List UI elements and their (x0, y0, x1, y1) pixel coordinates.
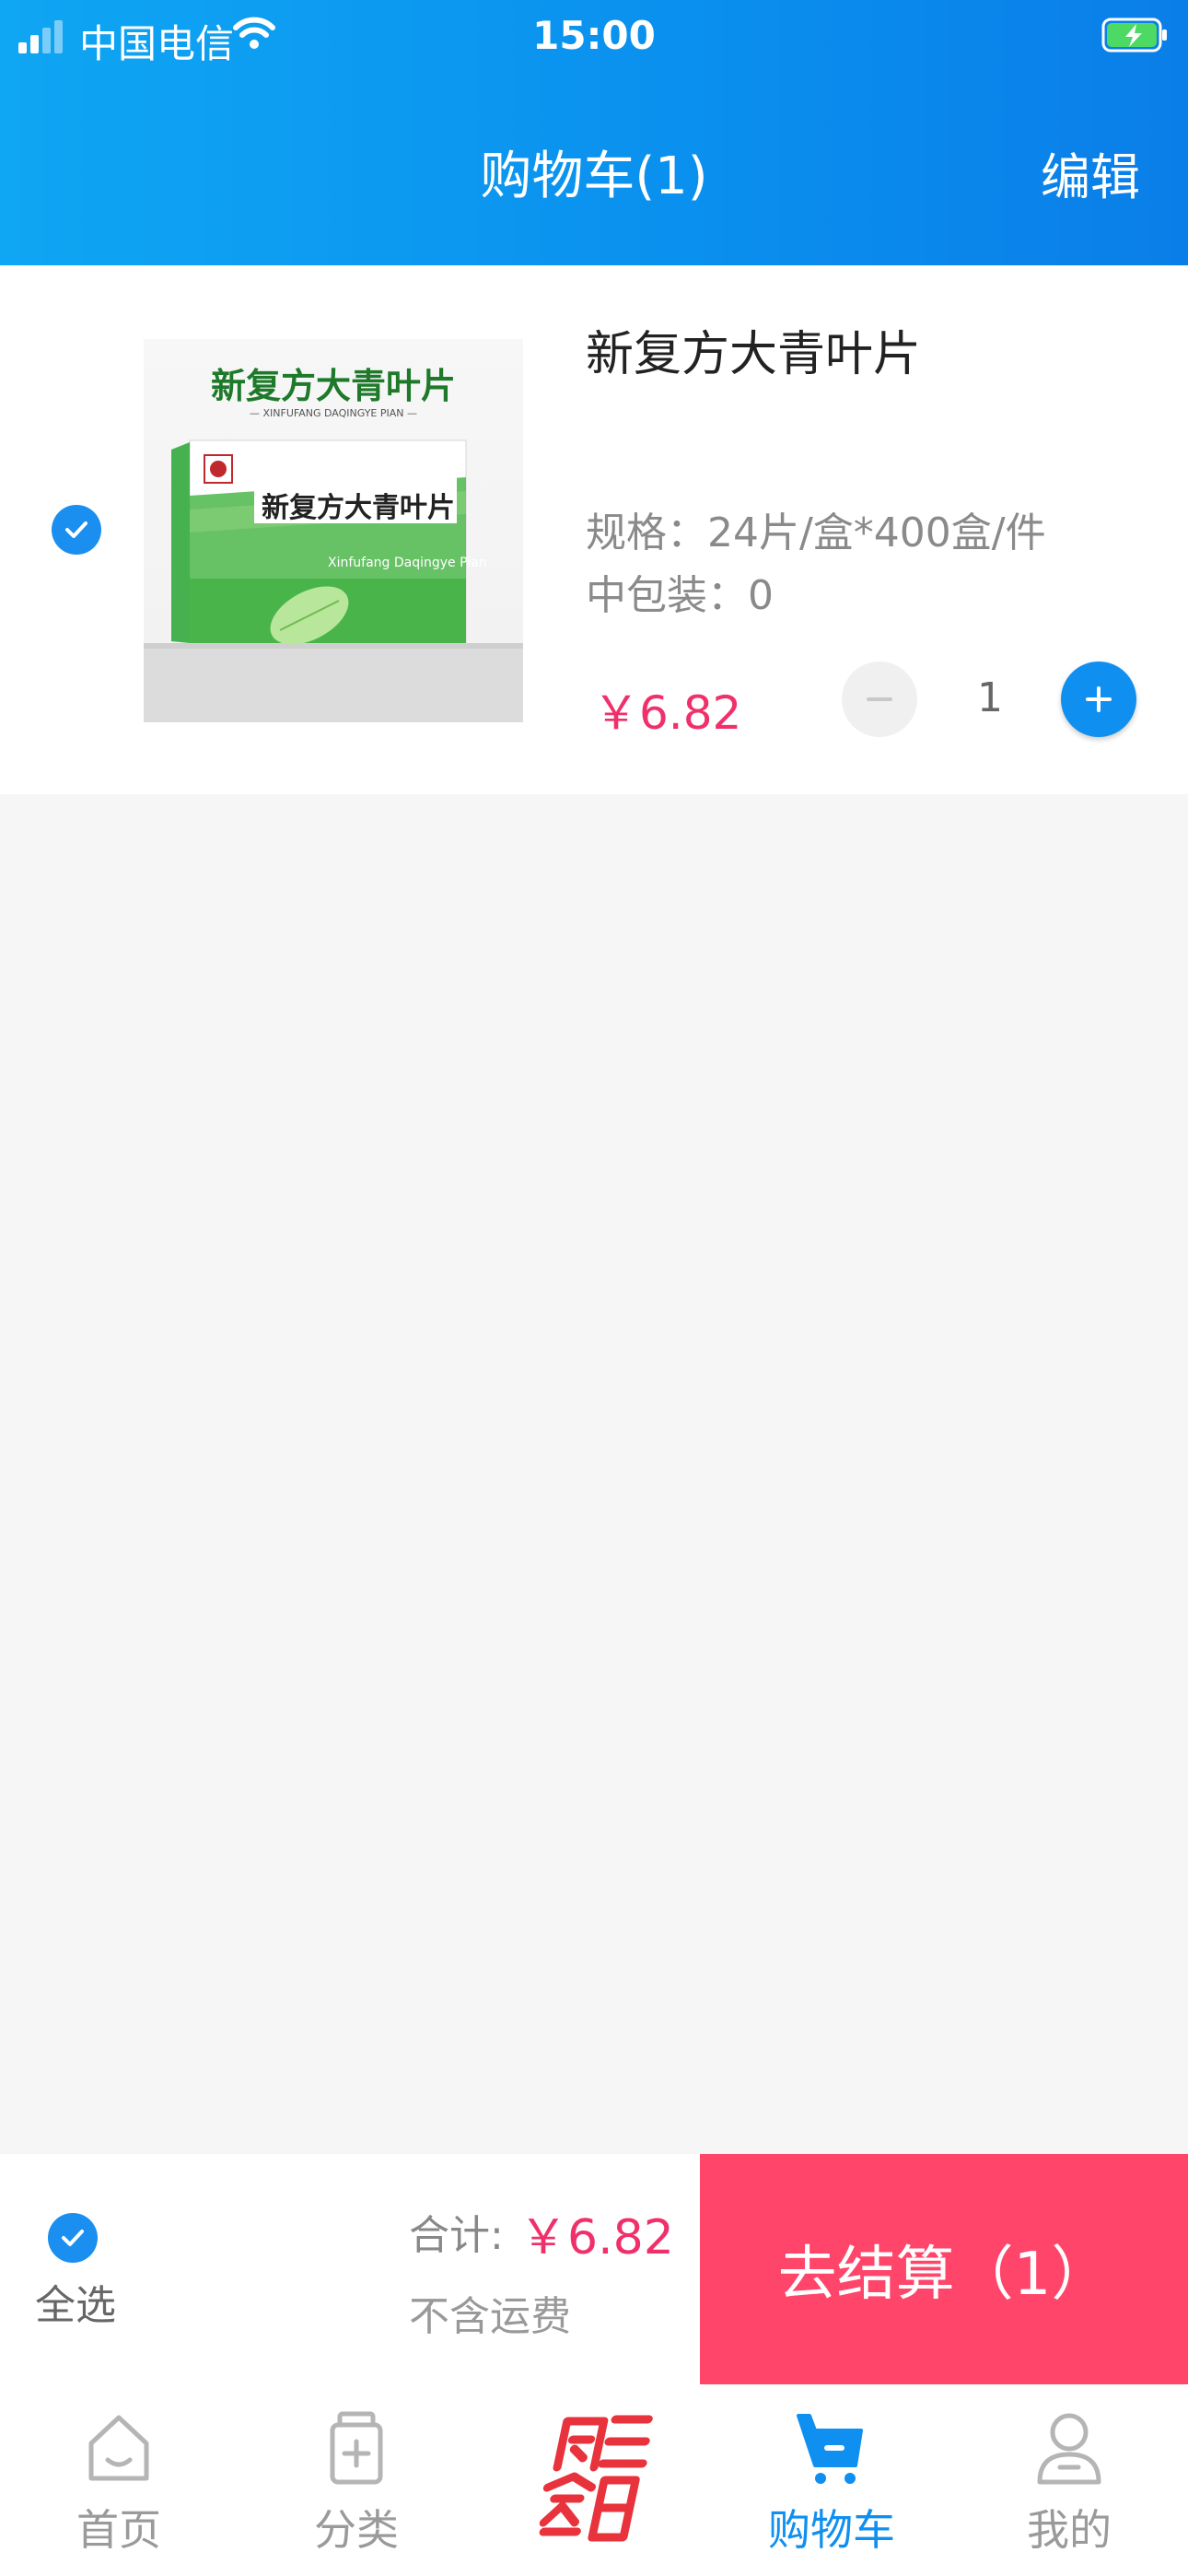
item-checkbox[interactable] (52, 505, 101, 555)
product-price: ￥6.82 (593, 686, 742, 740)
cart-item-card: 新复方大青叶片 — XINFUFANG DAQINGYE PIAN — 新复方大… (0, 265, 1188, 794)
tab-cart-label: 购物车 (768, 2505, 895, 2555)
product-name[interactable]: 新复方大青叶片 (586, 315, 921, 384)
plus-icon (1086, 686, 1112, 712)
tab-home[interactable]: 首页 (0, 2384, 238, 2576)
box-english-text: Xinfufang Daqingye Pian (328, 556, 487, 570)
page-title: 购物车(1) (480, 146, 708, 206)
quantity-value[interactable]: 1 (958, 674, 1022, 721)
product-spec: 规格：24片/盒*400盒/件 (586, 509, 1046, 556)
increase-quantity-button[interactable] (1061, 662, 1136, 737)
box-title-text: 新复方大青叶片 (210, 365, 456, 406)
cart-icon (797, 2414, 863, 2484)
checkmark-icon (62, 2230, 84, 2246)
total-value: ￥6.82 (519, 2210, 674, 2266)
select-all-label[interactable]: 全选 (35, 2272, 116, 2331)
product-inner-pack: 中包装：0 (586, 572, 774, 619)
tab-cart[interactable]: 购物车 (713, 2384, 950, 2576)
checkmark-icon (65, 521, 87, 538)
checkout-bar: 全选 合计: ￥6.82 不含运费 去结算（1） (0, 2154, 1188, 2384)
total-label: 合计: (409, 2212, 504, 2259)
minus-icon (867, 697, 892, 701)
box-pinyin-text: — XINFUFANG DAQINGYE PIAN — (250, 407, 417, 419)
box-name-text: 新复方大青叶片 (262, 492, 455, 524)
status-bar: 中国电信 15:00 (0, 0, 1188, 74)
status-time: 15:00 (532, 13, 656, 58)
select-all-checkbox[interactable] (48, 2213, 98, 2263)
tab-member-day[interactable] (475, 2384, 713, 2576)
tab-profile-label: 我的 (1027, 2505, 1112, 2555)
tab-category-label: 分类 (314, 2505, 399, 2555)
tab-home-label: 首页 (76, 2505, 161, 2555)
edit-button[interactable]: 编辑 (1041, 136, 1140, 209)
checkout-button[interactable]: 去结算（1） (700, 2154, 1188, 2384)
tab-profile[interactable]: 我的 (950, 2384, 1188, 2576)
product-image[interactable]: 新复方大青叶片 — XINFUFANG DAQINGYE PIAN — 新复方大… (144, 339, 523, 722)
header: 中国电信 15:00 购物车(1) 编辑 (0, 0, 1188, 265)
category-icon (330, 2411, 383, 2485)
home-icon (88, 2415, 149, 2481)
shipping-note: 不含运费 (409, 2293, 571, 2340)
wednesday-member-day-logo (539, 2415, 653, 2542)
tab-bar: 首页 分类 购物车 我的 (0, 2384, 1188, 2576)
profile-icon (1037, 2413, 1101, 2485)
battery-charging-icon (1101, 18, 1167, 53)
tab-category[interactable]: 分类 (238, 2384, 475, 2576)
decrease-quantity-button[interactable] (842, 662, 917, 737)
